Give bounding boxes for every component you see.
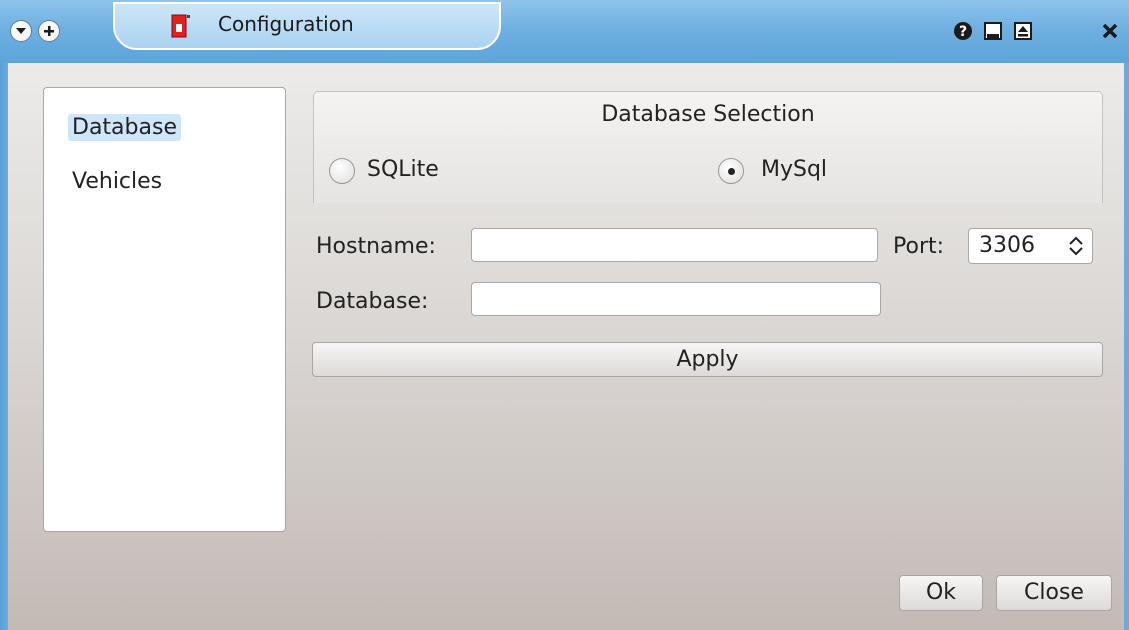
- port-value: 3306: [979, 233, 1035, 258]
- minimize-icon[interactable]: [981, 19, 1005, 43]
- configuration-window: Configuration ? Database Vehicles Databa…: [0, 0, 1129, 630]
- plus-icon[interactable]: [38, 20, 60, 42]
- help-icon[interactable]: ?: [951, 19, 975, 43]
- database-field[interactable]: [471, 282, 881, 316]
- database-selection-group: Database Selection: [313, 91, 1103, 203]
- port-spinbox[interactable]: 3306: [968, 228, 1093, 264]
- radio-selected-dot: [728, 168, 735, 175]
- ok-button[interactable]: Ok: [899, 575, 983, 611]
- hostname-label: Hostname:: [316, 234, 436, 259]
- sqlite-label[interactable]: SQLite: [367, 157, 439, 182]
- svg-text:?: ?: [959, 24, 967, 40]
- sidebar-item-database[interactable]: Database: [68, 114, 181, 141]
- category-list[interactable]: Database Vehicles: [43, 87, 286, 532]
- menu-down-icon[interactable]: [10, 20, 32, 42]
- app-icon: [168, 12, 194, 44]
- database-label: Database:: [316, 289, 429, 314]
- title-bar[interactable]: Configuration ?: [0, 0, 1129, 63]
- apply-button[interactable]: Apply: [312, 342, 1103, 377]
- port-label: Port:: [893, 234, 945, 259]
- sqlite-radio[interactable]: [329, 158, 355, 184]
- window-frame-left: [0, 63, 8, 630]
- sidebar-item-vehicles[interactable]: Vehicles: [68, 168, 166, 195]
- mysql-radio[interactable]: [718, 158, 744, 184]
- hostname-field[interactable]: [471, 228, 878, 262]
- close-icon[interactable]: [1098, 19, 1122, 43]
- maximize-icon[interactable]: [1011, 19, 1035, 43]
- group-title: Database Selection: [601, 102, 815, 127]
- window-title: Configuration: [218, 12, 354, 36]
- spin-arrows-icon[interactable]: [1068, 235, 1084, 261]
- close-button[interactable]: Close: [996, 575, 1112, 611]
- window-frame-right: [1124, 63, 1129, 630]
- mysql-label[interactable]: MySql: [761, 157, 827, 182]
